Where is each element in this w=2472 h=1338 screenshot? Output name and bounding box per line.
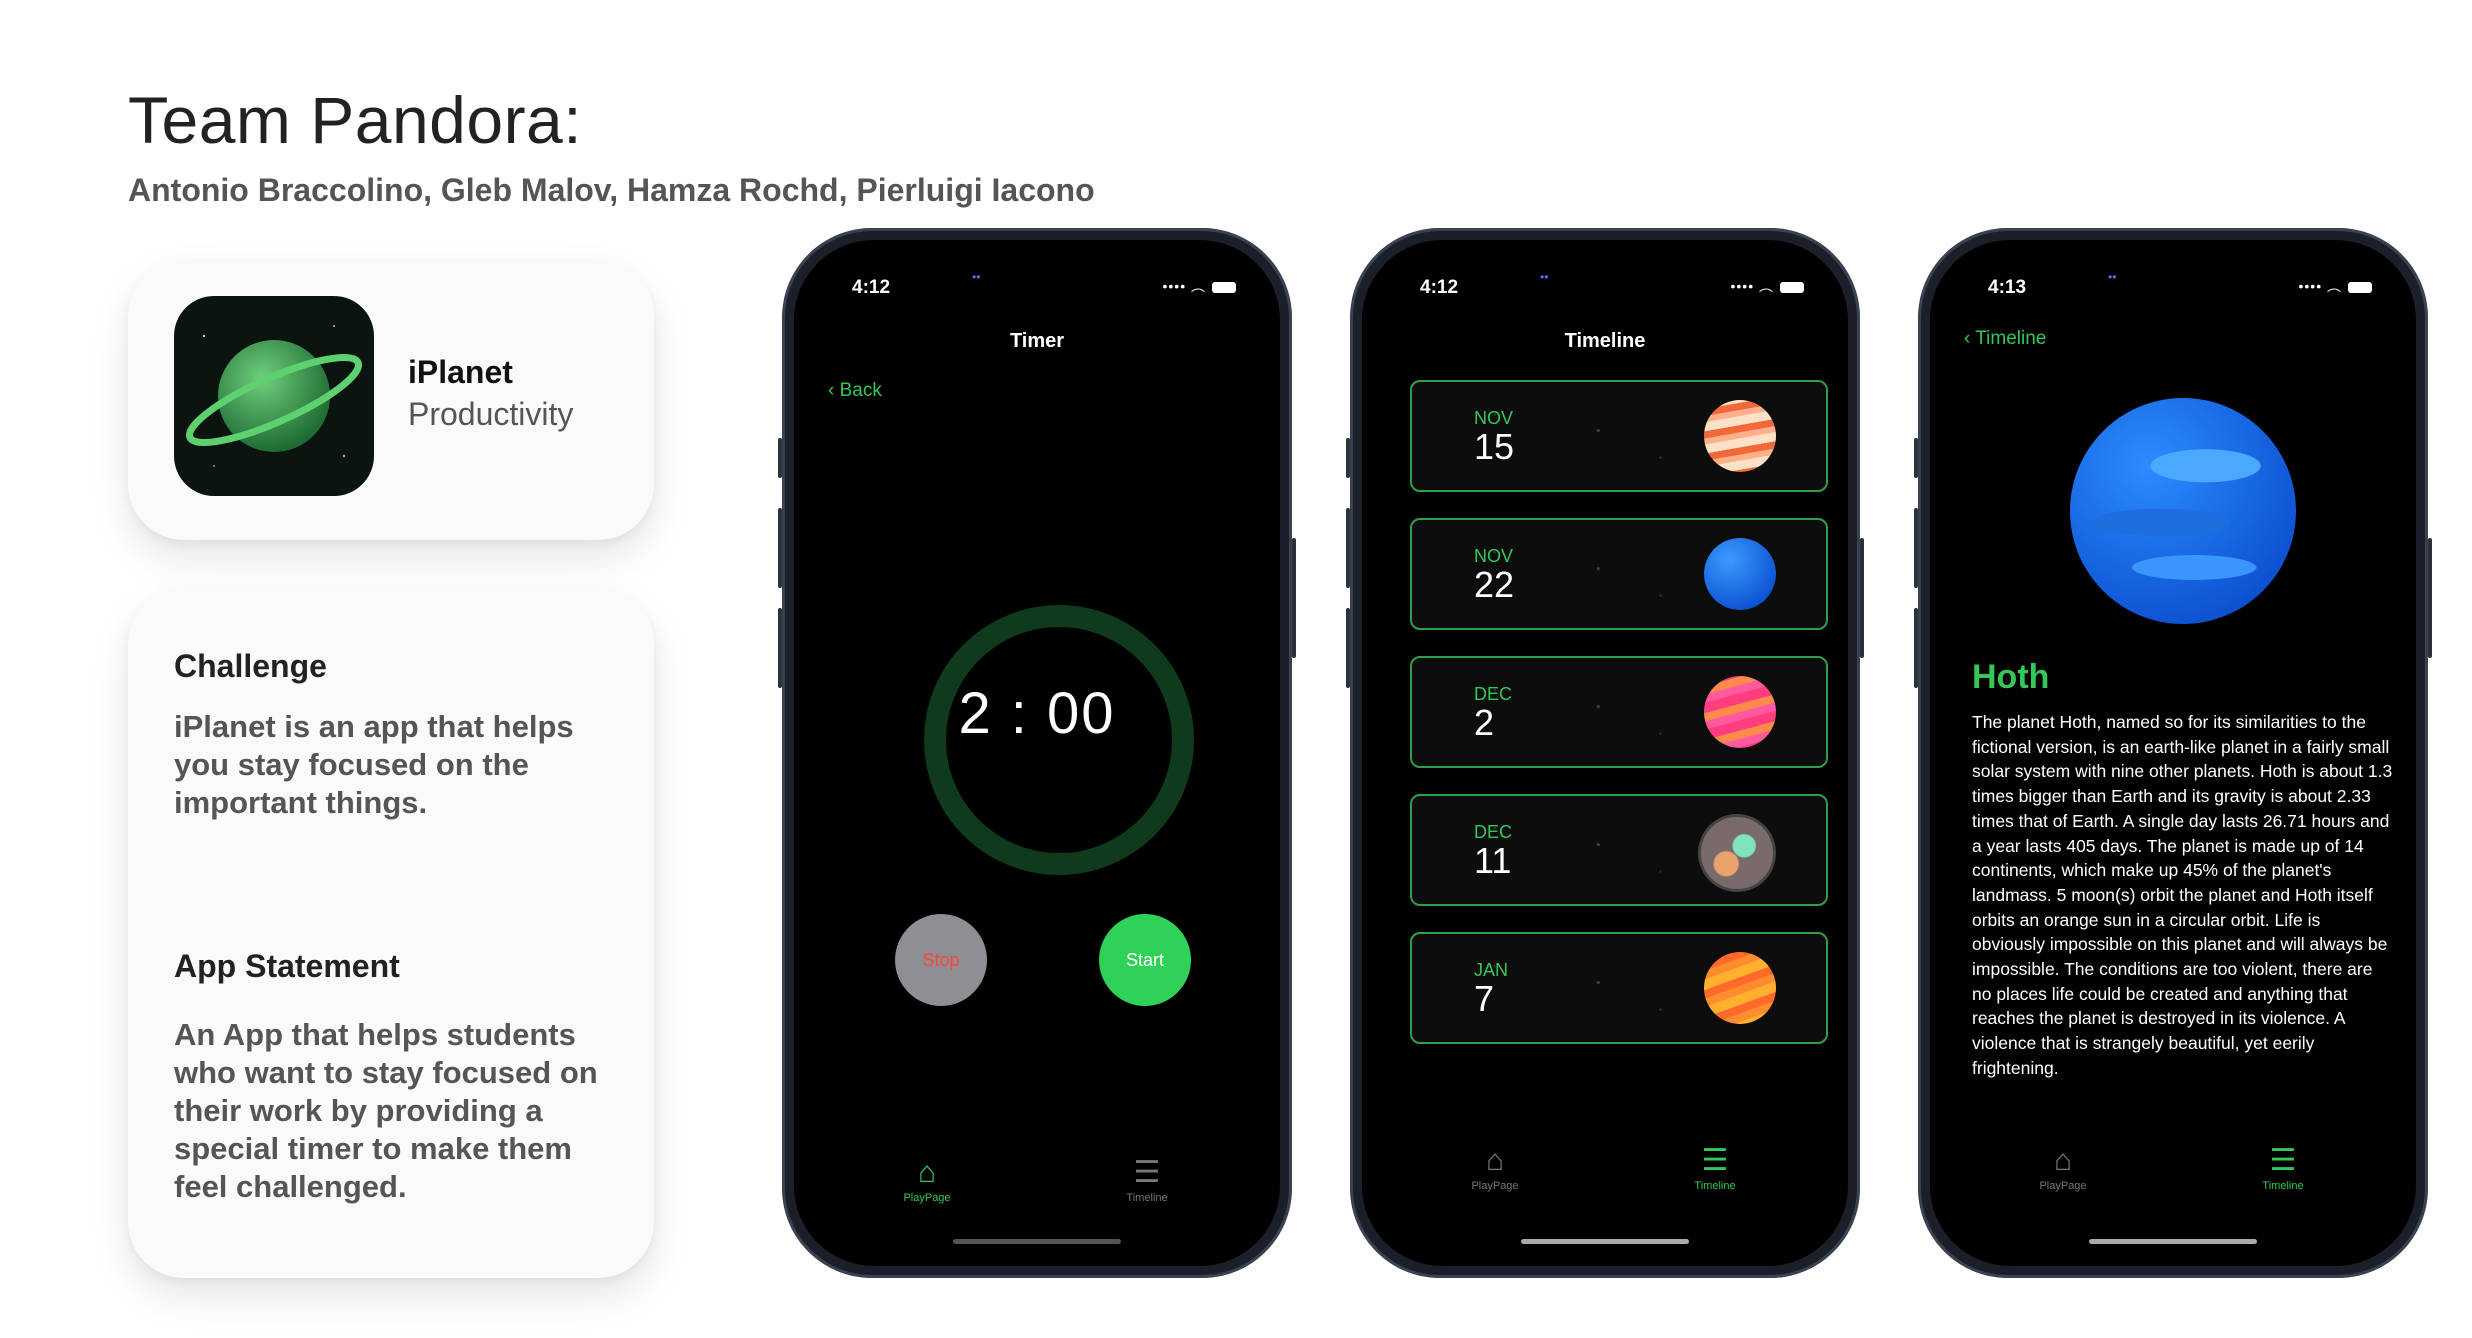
orange-planet-icon [1704,952,1776,1024]
house-icon: ⌂ [917,1156,937,1189]
app-card: iPlanet Productivity [128,260,654,540]
tab-bar: ⌂ PlayPage ☰ Timeline [794,1126,1280,1266]
entry-day: 2 [1474,702,1495,743]
tab-timeline[interactable]: ☰ Timeline [2223,1144,2343,1192]
tab-timeline[interactable]: ☰ Timeline [1087,1156,1207,1204]
team-members: Antonio Braccolino, Gleb Malov, Hamza Ro… [128,172,1095,208]
planet-description: The planet Hoth, named so for its simila… [1972,712,2393,1078]
timeline-icon: ☰ [2269,1144,2297,1177]
detail-screen: 4:13 •• •••• ︵ ‹ Timeline Hoth The plane… [1930,240,2416,1266]
statement-text: An App that helps students who want to s… [174,1017,598,1204]
continents-planet-icon [1698,814,1776,892]
blue-planet-icon [1704,538,1776,610]
timer-screen: 4:12 •• •••• ︵ Timer ‹ Back 2 : 00 Stop … [794,240,1280,1266]
tab-label: PlayPage [1471,1180,1519,1192]
timeline-entry[interactable]: DEC 11 [1410,794,1828,906]
app-category: Productivity [408,396,574,432]
house-icon: ⌂ [2053,1144,2073,1177]
tab-label: Timeline [1694,1180,1736,1192]
tab-playpage[interactable]: ⌂ PlayPage [2003,1144,2123,1192]
tab-label: Timeline [1126,1192,1168,1204]
timeline-screen: 4:12 •• •••• ︵ Timeline NOV 15 NOV 22 DE… [1362,240,1848,1266]
timeline-entry[interactable]: JAN 7 [1410,932,1828,1044]
app-name: iPlanet [408,354,513,390]
status-time: 4:12 [852,277,891,298]
indicator-icon: •• [1540,270,1549,284]
home-indicator [1521,1239,1689,1244]
tab-timeline[interactable]: ☰ Timeline [1655,1144,1775,1192]
planet-name: Hoth [1972,658,2050,696]
battery-icon [1780,281,1804,293]
nav-title: Timeline [1564,330,1646,352]
start-button[interactable]: Start [1099,914,1191,1006]
statement-title: App Statement [174,948,400,984]
nav-title: Timer [1009,330,1065,352]
tab-label: Timeline [2262,1180,2304,1192]
chevron-left-icon: ‹ [828,380,840,401]
house-icon: ⌂ [1485,1144,1505,1177]
phone-detail: 4:13 •• •••• ︵ ‹ Timeline Hoth The plane… [1914,228,2432,1278]
timeline-entry[interactable]: DEC 2 [1410,656,1828,768]
stop-button[interactable]: Stop [895,914,987,1006]
entry-day: 11 [1474,840,1512,881]
back-label: Timeline [1975,328,2047,349]
entry-day: 15 [1474,426,1515,467]
battery-icon [1212,281,1236,293]
timer-display: 2 : 00 [958,681,1116,746]
entry-day: 22 [1474,564,1515,605]
timeline-icon: ☰ [1701,1144,1729,1177]
status-icons: •••• ︵ [1163,276,1236,296]
home-indicator [2089,1239,2257,1244]
tab-bar: ⌂ PlayPage ☰ Timeline [1930,1126,2416,1266]
back-button[interactable]: ‹ Timeline [1964,328,2046,350]
indicator-icon: •• [972,270,981,284]
tab-playpage[interactable]: ⌂ PlayPage [867,1156,987,1204]
challenge-title: Challenge [174,648,327,684]
timeline-entry[interactable]: NOV 22 [1410,518,1828,630]
tab-label: PlayPage [2039,1180,2087,1192]
team-title: Team Pandora: [128,83,583,157]
status-icons: •••• ︵ [2299,276,2372,296]
phone-timer: 4:12 •• •••• ︵ Timer ‹ Back 2 : 00 Stop … [778,228,1296,1278]
status-time: 4:12 [1420,277,1459,298]
tab-label: PlayPage [903,1192,951,1204]
orange-banded-planet-icon [1704,400,1776,472]
blue-planet-image [2070,398,2296,624]
entry-day: 7 [1474,978,1495,1019]
back-button[interactable]: ‹ Back [828,380,882,402]
tab-bar: ⌂ PlayPage ☰ Timeline [1362,1126,1848,1266]
timeline-entry[interactable]: NOV 15 [1410,380,1828,492]
chevron-left-icon: ‹ [1964,328,1976,349]
green-ringed-planet-icon [174,296,374,496]
challenge-text: iPlanet is an app that helps you stay fo… [174,709,574,820]
home-indicator [953,1239,1121,1244]
indicator-icon: •• [2108,270,2117,284]
timeline-icon: ☰ [1133,1156,1161,1189]
battery-icon [2348,281,2372,293]
status-time: 4:13 [1988,277,2027,298]
phone-timeline: 4:12 •• •••• ︵ Timeline NOV 15 NOV 22 DE… [1346,228,1864,1278]
pink-planet-icon [1704,676,1776,748]
back-label: Back [839,380,882,401]
status-icons: •••• ︵ [1731,276,1804,296]
info-card: Challenge iPlanet is an app that helps y… [128,588,654,1278]
tab-playpage[interactable]: ⌂ PlayPage [1435,1144,1555,1192]
